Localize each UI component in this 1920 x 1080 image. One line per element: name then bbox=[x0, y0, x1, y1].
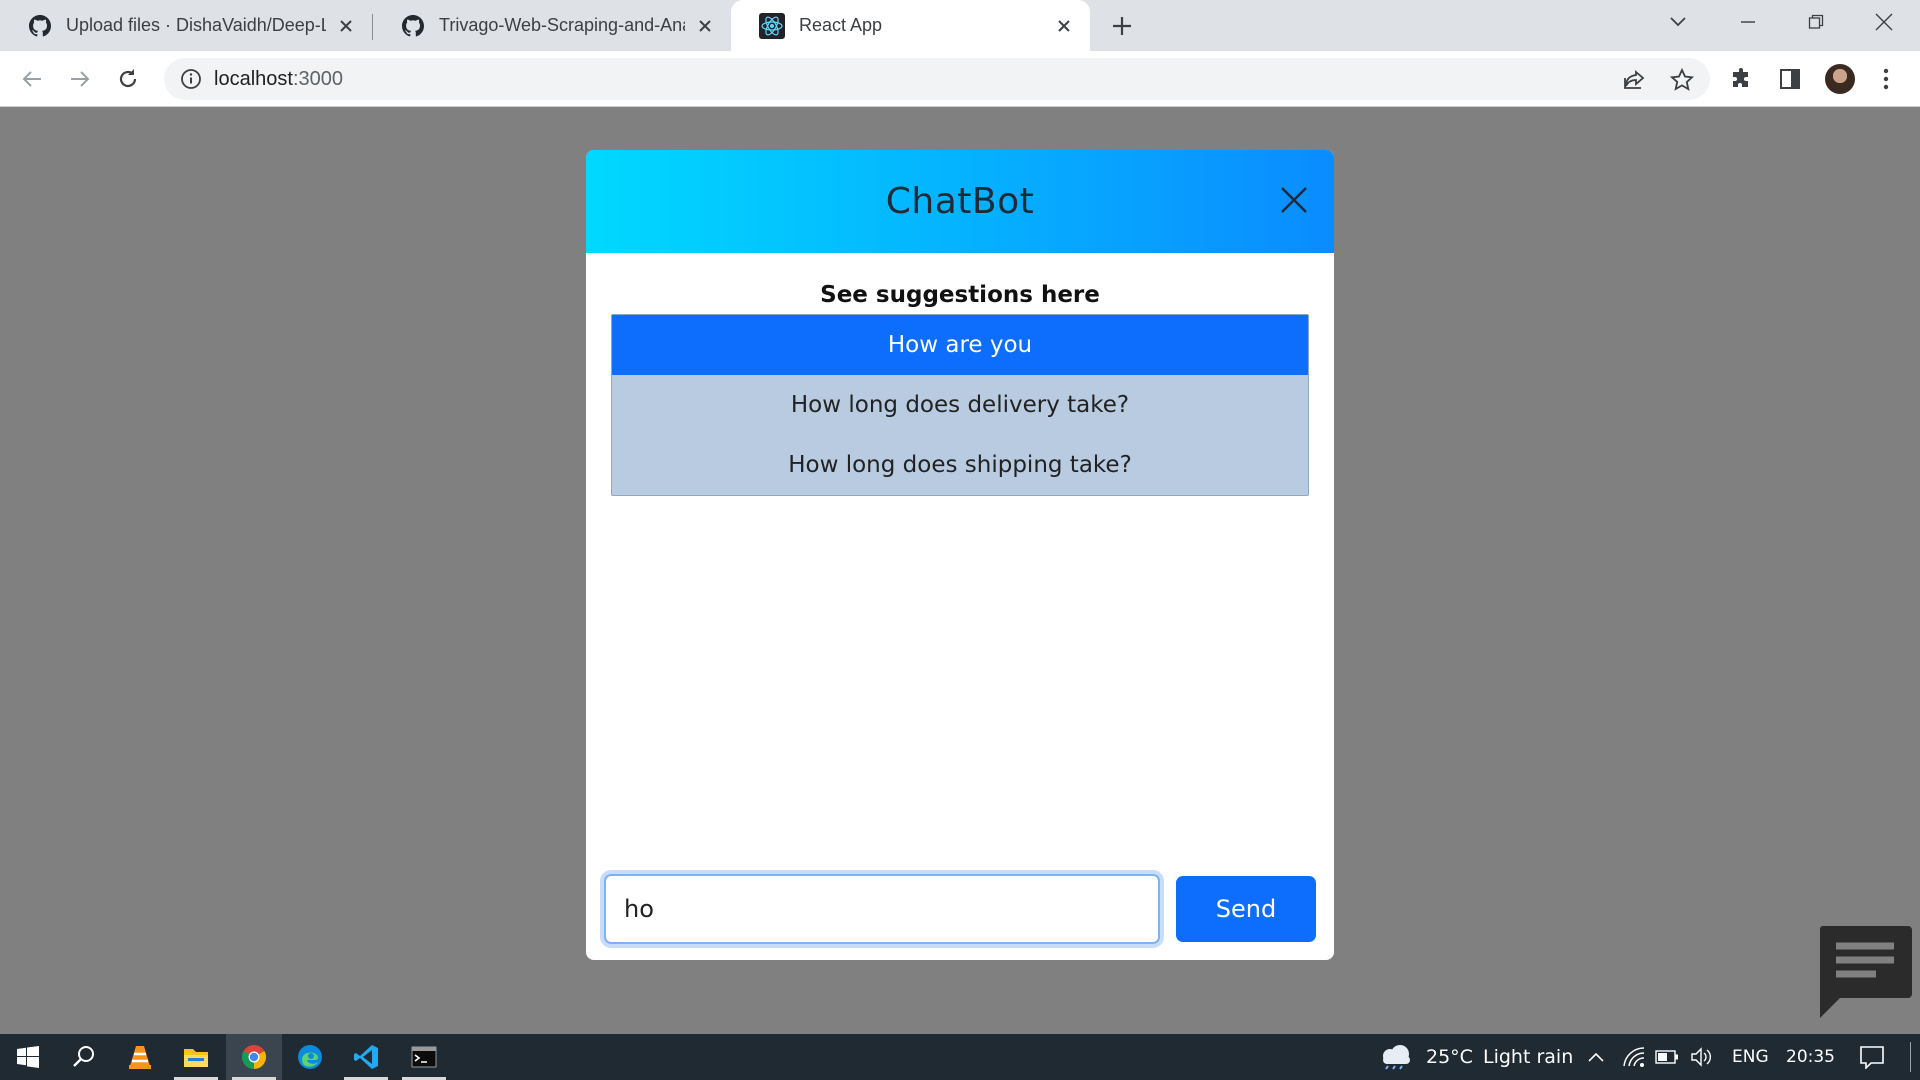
star-icon[interactable] bbox=[1670, 68, 1694, 92]
address-bar[interactable]: localhost:3000 bbox=[164, 58, 1710, 100]
browser-tabstrip: Upload files · DishaVaidh/Deep-Le Trivag… bbox=[0, 0, 1920, 51]
message-input[interactable] bbox=[604, 874, 1160, 944]
chat-launcher-button[interactable] bbox=[1816, 924, 1912, 1018]
chat-bubble-icon bbox=[1819, 926, 1912, 1018]
tab-trivago[interactable]: Trivago-Web-Scraping-and-Analy bbox=[373, 0, 731, 51]
avatar[interactable] bbox=[1825, 64, 1855, 94]
arrow-left-icon bbox=[22, 71, 41, 87]
send-button[interactable]: Send bbox=[1176, 876, 1316, 942]
search-button[interactable] bbox=[56, 1034, 112, 1080]
new-tab-button[interactable] bbox=[1108, 12, 1136, 40]
folder-icon bbox=[184, 1049, 208, 1067]
taskbar-file-explorer[interactable] bbox=[168, 1034, 224, 1080]
windows-taskbar: 25°C Light rain ENG 20:35 bbox=[0, 1034, 1920, 1080]
window-close-button[interactable] bbox=[1866, 8, 1902, 36]
tab-title: Trivago-Web-Scraping-and-Analy bbox=[439, 15, 685, 35]
reload-button[interactable] bbox=[112, 63, 144, 95]
github-icon bbox=[29, 14, 51, 36]
close-icon[interactable] bbox=[1052, 14, 1076, 38]
search-icon bbox=[73, 1046, 94, 1067]
terminal-icon bbox=[411, 1046, 437, 1068]
show-desktop-divider[interactable] bbox=[1910, 1042, 1911, 1072]
menu-kebab-icon[interactable] bbox=[1870, 63, 1902, 95]
chrome-icon bbox=[241, 1045, 267, 1069]
minimize-icon bbox=[1741, 21, 1755, 23]
close-icon[interactable] bbox=[693, 14, 717, 38]
url-port: :3000 bbox=[292, 67, 343, 90]
tab-title: React App bbox=[799, 15, 883, 35]
tab-search-button[interactable] bbox=[1660, 8, 1696, 36]
info-icon[interactable] bbox=[180, 68, 202, 90]
chatbot-title: ChatBot bbox=[885, 181, 1035, 222]
chatbot-close-button[interactable] bbox=[1274, 180, 1314, 220]
language-indicator[interactable]: ENG bbox=[1732, 1034, 1769, 1080]
weather-text[interactable]: Light rain bbox=[1483, 1034, 1573, 1080]
plus-icon bbox=[1113, 17, 1131, 35]
share-icon[interactable] bbox=[1622, 68, 1646, 92]
restore-icon bbox=[1808, 14, 1824, 29]
close-icon bbox=[1875, 13, 1893, 31]
suggestions-heading: See suggestions here bbox=[820, 282, 1100, 308]
chevron-down-icon bbox=[1670, 17, 1686, 27]
close-icon bbox=[1281, 187, 1307, 213]
close-icon[interactable] bbox=[334, 14, 358, 38]
vscode-icon bbox=[354, 1045, 378, 1069]
volume-icon[interactable] bbox=[1690, 1046, 1714, 1068]
tab-title: Upload files · DishaVaidh/Deep-Le bbox=[66, 15, 326, 35]
restore-button[interactable] bbox=[1798, 8, 1834, 36]
chatbot-modal: ChatBot See suggestions here How are you… bbox=[586, 150, 1334, 960]
weather-cloud-icon[interactable] bbox=[1378, 1045, 1414, 1070]
suggestion-item[interactable]: How are you bbox=[612, 315, 1308, 375]
wifi-icon[interactable] bbox=[1622, 1046, 1646, 1068]
battery-icon[interactable] bbox=[1655, 1046, 1679, 1068]
tab-react-app[interactable]: React App bbox=[731, 0, 1090, 51]
reload-icon bbox=[119, 69, 137, 88]
forward-button[interactable] bbox=[64, 63, 96, 95]
vlc-icon bbox=[129, 1046, 151, 1069]
side-panel-icon[interactable] bbox=[1774, 63, 1806, 95]
back-button[interactable] bbox=[16, 63, 48, 95]
edge-icon bbox=[298, 1045, 322, 1069]
notifications-icon[interactable] bbox=[1858, 1046, 1886, 1069]
weather-temp[interactable]: 25°C bbox=[1426, 1034, 1473, 1080]
taskbar-edge[interactable] bbox=[282, 1034, 338, 1080]
extensions-icon[interactable] bbox=[1726, 63, 1758, 95]
suggestion-item[interactable]: How long does shipping take? bbox=[612, 435, 1308, 495]
url-host: localhost bbox=[214, 67, 293, 90]
taskbar-vscode[interactable] bbox=[338, 1034, 394, 1080]
taskbar-terminal[interactable] bbox=[396, 1034, 452, 1080]
tab-upload-files[interactable]: Upload files · DishaVaidh/Deep-Le bbox=[0, 0, 372, 51]
arrow-right-icon bbox=[71, 71, 90, 87]
url-text: localhost:3000 bbox=[214, 68, 343, 91]
chevron-up-icon[interactable] bbox=[1584, 1046, 1608, 1068]
suggestion-item[interactable]: How long does delivery take? bbox=[612, 375, 1308, 435]
clock-time[interactable]: 20:35 bbox=[1786, 1034, 1835, 1080]
minimize-button[interactable] bbox=[1730, 8, 1766, 36]
start-button[interactable] bbox=[0, 1034, 56, 1080]
taskbar-chrome[interactable] bbox=[226, 1034, 282, 1080]
windows-icon bbox=[17, 1046, 39, 1068]
taskbar-vlc[interactable] bbox=[112, 1034, 168, 1080]
browser-toolbar: localhost:3000 bbox=[0, 51, 1920, 107]
github-icon bbox=[402, 14, 424, 36]
chatbot-header: ChatBot bbox=[586, 150, 1334, 253]
react-icon bbox=[759, 12, 785, 39]
suggestions-list: How are you How long does delivery take?… bbox=[611, 314, 1309, 496]
